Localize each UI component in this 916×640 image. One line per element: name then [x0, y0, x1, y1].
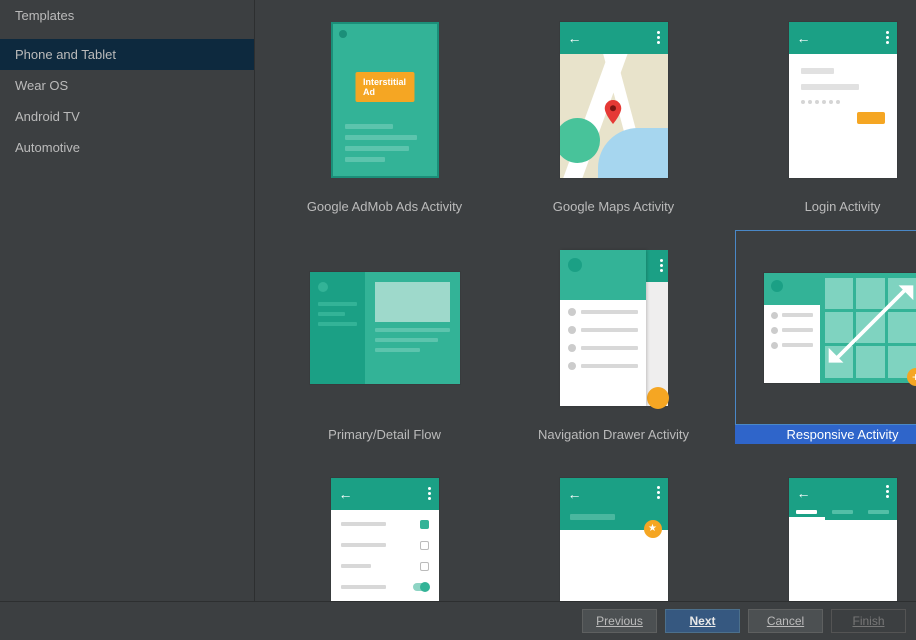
- template-label: Google AdMob Ads Activity: [277, 197, 492, 216]
- sidebar-item-automotive[interactable]: Automotive: [0, 132, 254, 163]
- back-arrow-icon: ←: [568, 486, 582, 502]
- template-scrolling[interactable]: ← ★: [504, 456, 723, 601]
- more-icon: [886, 31, 889, 44]
- sidebar-item-label: Android TV: [15, 109, 80, 124]
- template-settings[interactable]: ←: [275, 456, 494, 601]
- footer: Previous Next Cancel Finish: [0, 601, 916, 640]
- more-icon: [428, 487, 431, 500]
- template-thumbnail: [506, 230, 721, 425]
- sidebar: Templates Phone and Tablet Wear OS Andro…: [0, 0, 255, 601]
- fab-icon: [647, 387, 669, 409]
- next-button[interactable]: Next: [665, 609, 740, 633]
- back-arrow-icon: ←: [797, 485, 811, 501]
- sidebar-item-phone-tablet[interactable]: Phone and Tablet: [0, 39, 254, 70]
- more-icon: [886, 485, 889, 498]
- sidebar-item-label: Automotive: [15, 140, 80, 155]
- template-thumbnail: ←: [735, 2, 916, 197]
- sidebar-header: Templates: [0, 0, 254, 39]
- back-arrow-icon: ←: [339, 486, 353, 502]
- template-primary-detail[interactable]: Primary/Detail Flow: [275, 228, 494, 446]
- more-icon: [660, 259, 663, 272]
- sidebar-item-wear-os[interactable]: Wear OS: [0, 70, 254, 101]
- template-thumbnail: [277, 230, 492, 425]
- template-thumbnail: ← ★: [506, 458, 721, 601]
- template-thumbnail: +: [735, 230, 916, 425]
- sidebar-item-label: Phone and Tablet: [15, 47, 116, 62]
- template-thumbnail: ←: [277, 458, 492, 601]
- more-icon: [657, 31, 660, 44]
- template-maps[interactable]: ← Google Maps Activity: [504, 0, 723, 218]
- back-arrow-icon: ←: [568, 30, 582, 46]
- more-icon: [657, 486, 660, 499]
- template-label: Login Activity: [735, 197, 916, 216]
- template-grid: Interstitial Ad Google AdMob Ads Activit…: [255, 0, 916, 601]
- template-thumbnail: Interstitial Ad: [277, 2, 492, 197]
- sidebar-item-android-tv[interactable]: Android TV: [0, 101, 254, 132]
- sidebar-item-label: Wear OS: [15, 78, 68, 93]
- template-admob[interactable]: Interstitial Ad Google AdMob Ads Activit…: [275, 0, 494, 218]
- map-pin-icon: [604, 100, 622, 127]
- fab-star-icon: ★: [644, 520, 662, 538]
- main-area: Templates Phone and Tablet Wear OS Andro…: [0, 0, 916, 601]
- template-thumbnail: ←: [735, 458, 916, 601]
- back-arrow-icon: ←: [797, 30, 811, 46]
- template-login[interactable]: ← Login Activity: [733, 0, 916, 218]
- template-label: Primary/Detail Flow: [277, 425, 492, 444]
- template-label: Responsive Activity: [735, 425, 916, 444]
- ad-pill: Interstitial Ad: [355, 72, 414, 102]
- template-responsive[interactable]: + Responsive Activity: [733, 228, 916, 446]
- template-thumbnail: ←: [506, 2, 721, 197]
- finish-button[interactable]: Finish: [831, 609, 906, 633]
- cancel-button[interactable]: Cancel: [748, 609, 823, 633]
- previous-button[interactable]: Previous: [582, 609, 657, 633]
- template-tabbed[interactable]: ←: [733, 456, 916, 601]
- template-label: Google Maps Activity: [506, 197, 721, 216]
- template-nav-drawer[interactable]: Navigation Drawer Activity: [504, 228, 723, 446]
- template-label: Navigation Drawer Activity: [506, 425, 721, 444]
